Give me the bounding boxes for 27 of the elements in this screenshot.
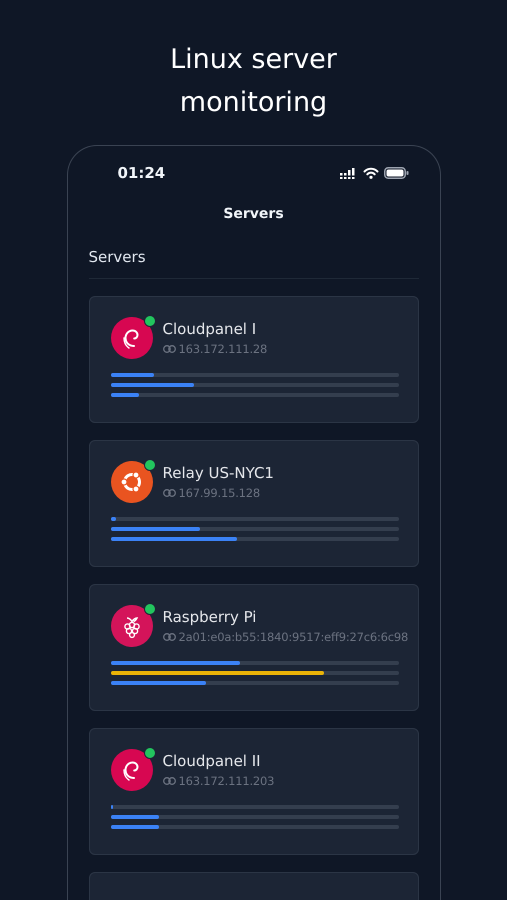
link-icon	[162, 777, 176, 785]
section-heading: Servers	[88, 248, 418, 279]
server-card[interactable]: Cloudpanel II 163.172.111.203	[88, 728, 418, 855]
link-icon	[162, 345, 176, 353]
swirl-logo-icon	[110, 317, 152, 359]
server-name: Cloudpanel I	[162, 320, 258, 338]
berry-logo-icon	[110, 605, 152, 647]
signal-icon	[340, 168, 358, 178]
server-card[interactable]: Relay US-NYC1 167.99.15.128	[88, 440, 418, 567]
server-name: Relay US-NYC1	[162, 464, 274, 482]
server-address: 167.99.15.128	[178, 486, 260, 500]
ring-logo-icon	[110, 461, 152, 503]
headline: Linux server monitoring	[169, 43, 338, 120]
server-address: 2a01:e0a:b55:1840:9517:eff9:27c6:6c98	[178, 630, 408, 644]
server-address: 163.172.111.28	[178, 342, 268, 356]
link-icon	[162, 489, 176, 497]
status-time: 01:24	[118, 164, 166, 182]
screen-title: Servers	[222, 206, 285, 222]
wifi-icon	[362, 167, 378, 179]
swirl-logo-icon	[110, 749, 152, 791]
link-icon	[162, 633, 176, 641]
server-card[interactable]: Cloudpanel I 163.172.111.28	[88, 296, 418, 423]
server-address: 163.172.111.203	[178, 774, 274, 788]
server-name: Raspberry Pi	[162, 608, 258, 626]
server-name: Cloudpanel II	[162, 752, 262, 770]
battery-icon	[384, 167, 408, 179]
server-card[interactable]: Raspberry Pi 2a01:e0a:b55:1840:9517:eff9:27c6:6c98	[88, 584, 418, 711]
